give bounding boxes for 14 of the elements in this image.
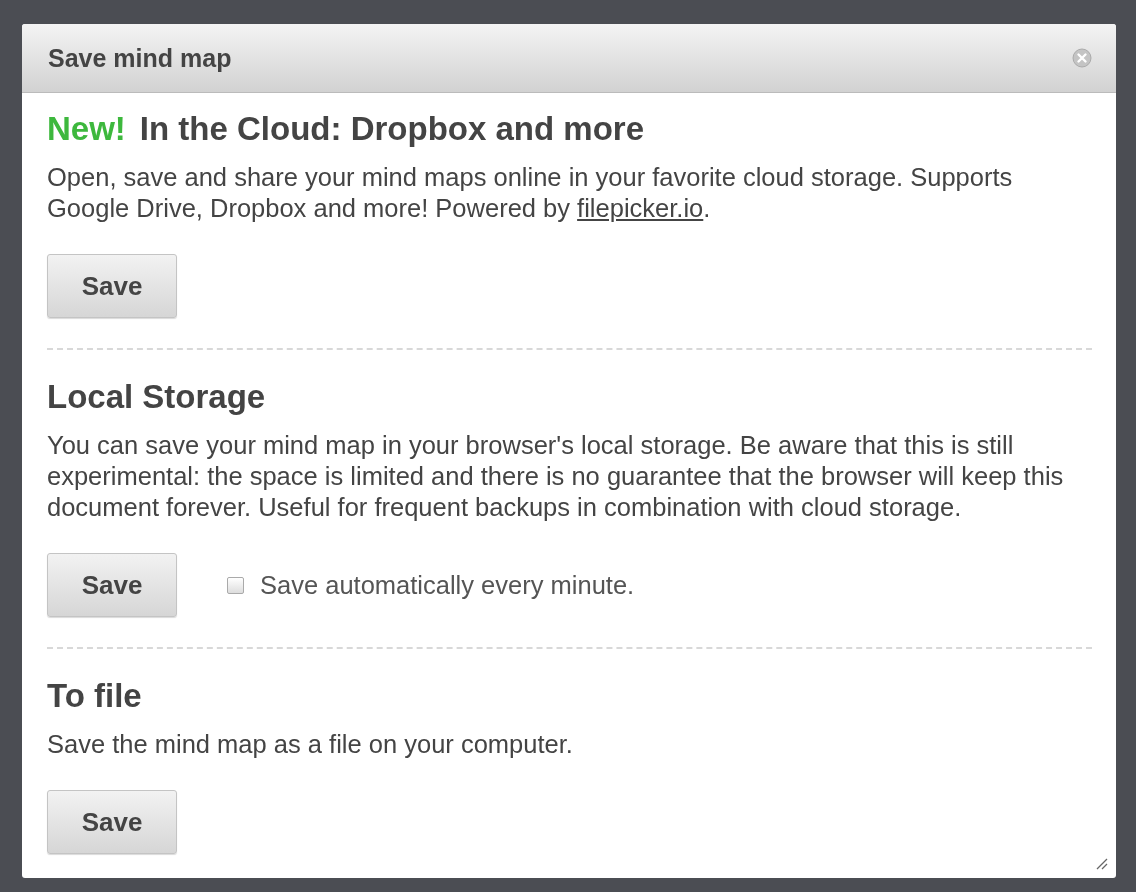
- auto-save-checkbox[interactable]: Save automatically every minute.: [227, 570, 635, 600]
- save-button[interactable]: Save: [47, 553, 177, 617]
- save-button[interactable]: Save: [47, 790, 177, 854]
- section-description: Save the mind map as a file on your computer.: [47, 729, 574, 760]
- resize-grip-icon[interactable]: [1094, 856, 1108, 870]
- filepicker-link[interactable]: filepicker.io: [577, 194, 704, 222]
- section-heading: In the Cloud: Dropbox and more: [139, 110, 644, 148]
- section-description: You can save your mind map in your browser's local storage. Be aware that this is still experimental: the space is limited and there is no guarantee that the browser will keep this document forever. Useful for frequent backups in combination with cloud storage.: [47, 430, 1065, 523]
- new-label: New!: [47, 110, 126, 148]
- save-button[interactable]: Save: [47, 254, 177, 318]
- dialog-title: Save mind map: [48, 43, 232, 73]
- section-heading: Local Storage: [47, 378, 266, 416]
- section-heading: To file: [47, 677, 142, 715]
- section-description: Open, save and share your mind maps online in your favorite cloud storage. Supports Google Drive, Dropbox and more! Powered by filepicker.io.: [47, 162, 1014, 224]
